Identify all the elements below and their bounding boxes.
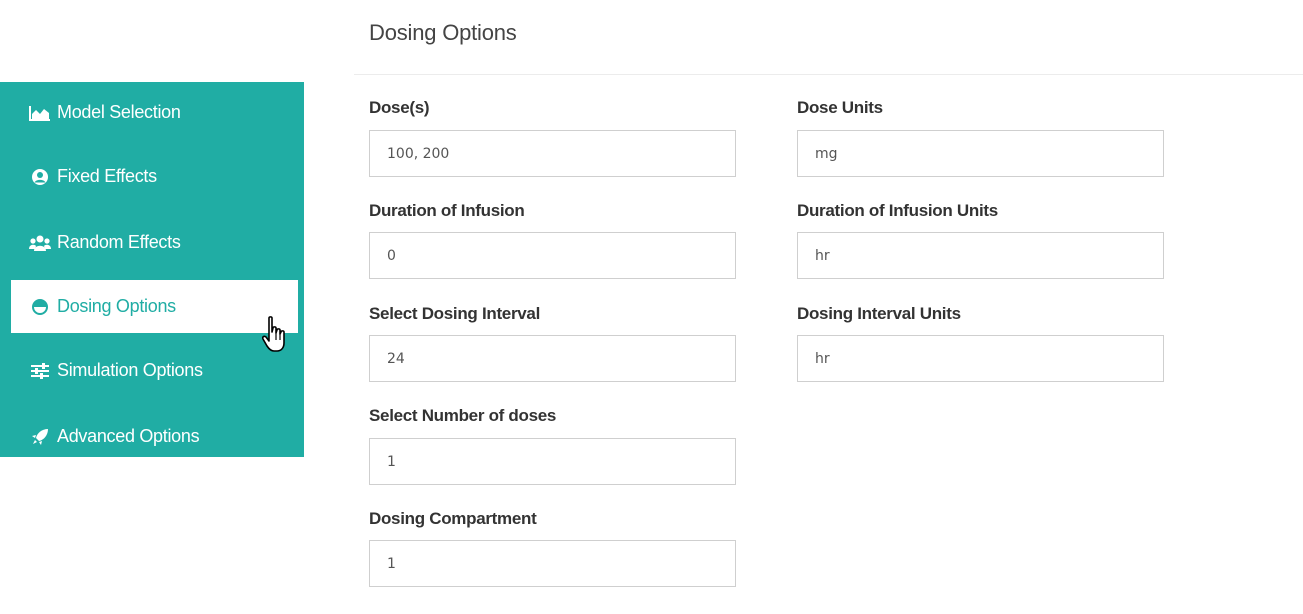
num-doses-label: Select Number of doses (369, 406, 557, 425)
sidebar-item-random-effects[interactable]: Random Effects (11, 216, 298, 269)
dose-units-input[interactable] (797, 130, 1164, 177)
compartment-label: Dosing Compartment (369, 509, 537, 528)
doses-label: Dose(s) (369, 98, 430, 117)
sidebar-item-fixed-effects[interactable]: Fixed Effects (11, 150, 298, 203)
sidebar-item-label: Simulation Options (57, 360, 203, 380)
sidebar-item-simulation-options[interactable]: Simulation Options (11, 344, 298, 397)
sidebar-item-label: Random Effects (57, 232, 181, 252)
area-chart-icon (29, 103, 51, 123)
dosing-interval-label: Select Dosing Interval (369, 304, 541, 323)
sidebar-item-dosing-options[interactable]: Dosing Options (11, 280, 298, 333)
half-circle-icon (29, 297, 51, 317)
num-doses-input[interactable] (369, 438, 736, 485)
sidebar-item-label: Dosing Options (57, 296, 176, 316)
hand-cursor-icon (262, 316, 285, 352)
duration-input[interactable] (369, 232, 736, 279)
interval-units-input[interactable] (797, 335, 1164, 382)
divider (354, 74, 1303, 75)
page-title: Dosing Options (369, 20, 517, 45)
sliders-icon (29, 361, 51, 381)
duration-label: Duration of Infusion (369, 201, 525, 220)
sidebar-item-label: Fixed Effects (57, 166, 157, 186)
duration-units-label: Duration of Infusion Units (797, 201, 998, 220)
sidebar-item-label: Advanced Options (57, 426, 200, 446)
user-circle-icon (29, 167, 51, 187)
dosing-interval-input[interactable] (369, 335, 736, 382)
sidebar: Model Selection Fixed Effects Random Eff… (0, 82, 304, 457)
sidebar-item-label: Model Selection (57, 102, 181, 122)
doses-input[interactable] (369, 130, 736, 177)
sidebar-item-model-selection[interactable]: Model Selection (11, 86, 298, 139)
duration-units-input[interactable] (797, 232, 1164, 279)
users-icon (29, 233, 51, 253)
compartment-input[interactable] (369, 540, 736, 587)
sidebar-item-advanced-options[interactable]: Advanced Options (11, 410, 298, 463)
dose-units-label: Dose Units (797, 98, 883, 117)
rocket-icon (29, 427, 51, 447)
interval-units-label: Dosing Interval Units (797, 304, 961, 323)
